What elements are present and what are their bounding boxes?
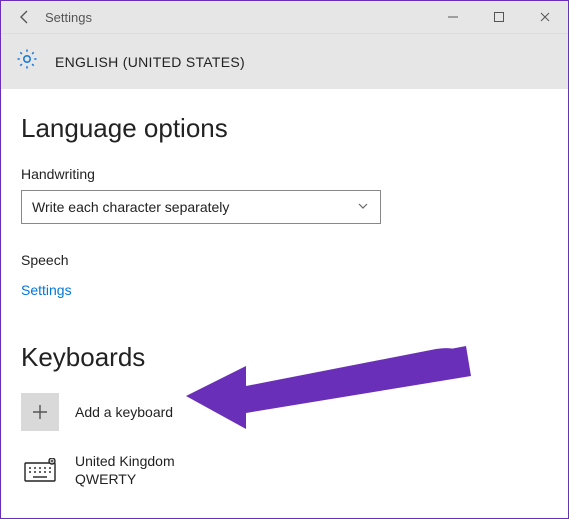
plus-icon <box>21 393 59 431</box>
close-button[interactable] <box>522 1 568 33</box>
back-button[interactable] <box>9 1 41 33</box>
language-options-heading: Language options <box>21 113 548 144</box>
keyboard-item-name: United Kingdom <box>75 452 175 470</box>
minimize-button[interactable] <box>430 1 476 33</box>
chevron-down-icon <box>356 199 370 216</box>
app-title: Settings <box>45 10 92 25</box>
handwriting-dropdown[interactable]: Write each character separately <box>21 190 381 224</box>
keyboard-item-layout: QWERTY <box>75 470 175 488</box>
keyboard-icon <box>21 451 59 489</box>
maximize-button[interactable] <box>476 1 522 33</box>
titlebar: Settings <box>1 1 568 33</box>
page-subheader: ENGLISH (UNITED STATES) <box>1 33 568 89</box>
handwriting-label: Handwriting <box>21 166 548 182</box>
content-area: Language options Handwriting Write each … <box>1 89 568 489</box>
window-controls <box>430 1 568 33</box>
handwriting-dropdown-value: Write each character separately <box>32 199 229 215</box>
speech-label: Speech <box>21 252 548 268</box>
add-keyboard-button[interactable]: Add a keyboard <box>21 391 548 433</box>
speech-settings-link[interactable]: Settings <box>21 282 72 298</box>
add-keyboard-label: Add a keyboard <box>75 404 173 420</box>
keyboards-heading: Keyboards <box>21 342 548 373</box>
gear-icon <box>15 47 39 76</box>
keyboard-item-text: United Kingdom QWERTY <box>75 452 175 488</box>
language-heading: ENGLISH (UNITED STATES) <box>55 54 245 70</box>
keyboard-item[interactable]: United Kingdom QWERTY <box>21 451 548 489</box>
